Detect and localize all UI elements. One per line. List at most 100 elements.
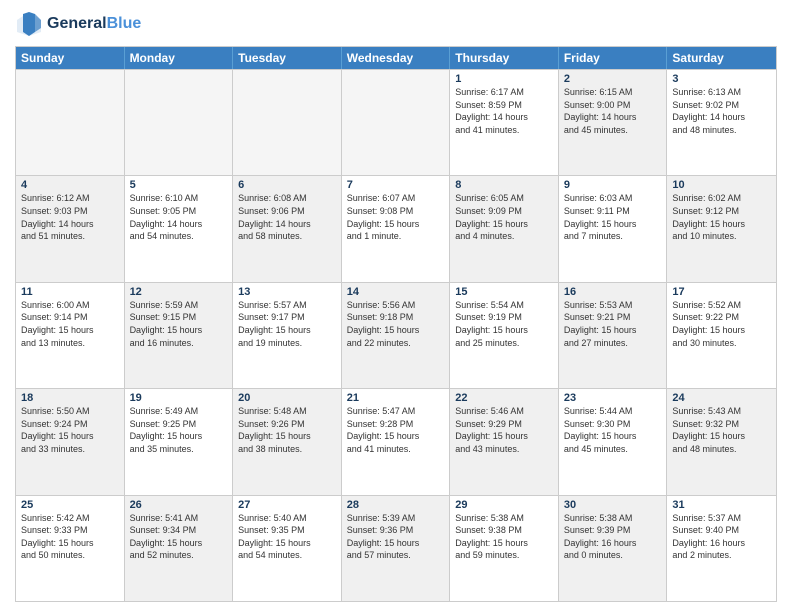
day-number: 5 xyxy=(130,179,228,191)
cell-info: Sunrise: 5:52 AM Sunset: 9:22 PM Dayligh… xyxy=(672,299,771,349)
day-number: 13 xyxy=(238,286,336,298)
day-number: 8 xyxy=(455,179,553,191)
calendar-day-24: 24Sunrise: 5:43 AM Sunset: 9:32 PM Dayli… xyxy=(667,389,776,494)
calendar-day-6: 6Sunrise: 6:08 AM Sunset: 9:06 PM Daylig… xyxy=(233,176,342,281)
day-number: 11 xyxy=(21,286,119,298)
day-number: 18 xyxy=(21,392,119,404)
cell-info: Sunrise: 6:00 AM Sunset: 9:14 PM Dayligh… xyxy=(21,299,119,349)
day-number: 17 xyxy=(672,286,771,298)
calendar-day-29: 29Sunrise: 5:38 AM Sunset: 9:38 PM Dayli… xyxy=(450,496,559,601)
cell-info: Sunrise: 6:10 AM Sunset: 9:05 PM Dayligh… xyxy=(130,192,228,242)
calendar-day-21: 21Sunrise: 5:47 AM Sunset: 9:28 PM Dayli… xyxy=(342,389,451,494)
calendar-day-25: 25Sunrise: 5:42 AM Sunset: 9:33 PM Dayli… xyxy=(16,496,125,601)
calendar-empty-cell xyxy=(233,70,342,175)
day-number: 10 xyxy=(672,179,771,191)
cell-info: Sunrise: 5:50 AM Sunset: 9:24 PM Dayligh… xyxy=(21,405,119,455)
day-number: 16 xyxy=(564,286,662,298)
calendar-week-4: 18Sunrise: 5:50 AM Sunset: 9:24 PM Dayli… xyxy=(16,388,776,494)
calendar-day-23: 23Sunrise: 5:44 AM Sunset: 9:30 PM Dayli… xyxy=(559,389,668,494)
day-number: 30 xyxy=(564,499,662,511)
day-number: 3 xyxy=(672,73,771,85)
calendar-day-27: 27Sunrise: 5:40 AM Sunset: 9:35 PM Dayli… xyxy=(233,496,342,601)
cell-info: Sunrise: 5:38 AM Sunset: 9:39 PM Dayligh… xyxy=(564,512,662,562)
logo-text: GeneralBlue xyxy=(47,15,141,33)
day-number: 25 xyxy=(21,499,119,511)
day-header-thursday: Thursday xyxy=(450,47,559,69)
calendar-day-19: 19Sunrise: 5:49 AM Sunset: 9:25 PM Dayli… xyxy=(125,389,234,494)
calendar-day-7: 7Sunrise: 6:07 AM Sunset: 9:08 PM Daylig… xyxy=(342,176,451,281)
day-number: 1 xyxy=(455,73,553,85)
cell-info: Sunrise: 5:53 AM Sunset: 9:21 PM Dayligh… xyxy=(564,299,662,349)
day-number: 15 xyxy=(455,286,553,298)
calendar-week-1: 1Sunrise: 6:17 AM Sunset: 8:59 PM Daylig… xyxy=(16,69,776,175)
day-number: 28 xyxy=(347,499,445,511)
calendar-day-4: 4Sunrise: 6:12 AM Sunset: 9:03 PM Daylig… xyxy=(16,176,125,281)
calendar-day-16: 16Sunrise: 5:53 AM Sunset: 9:21 PM Dayli… xyxy=(559,283,668,388)
calendar-day-1: 1Sunrise: 6:17 AM Sunset: 8:59 PM Daylig… xyxy=(450,70,559,175)
cell-info: Sunrise: 6:17 AM Sunset: 8:59 PM Dayligh… xyxy=(455,86,553,136)
header: GeneralBlue xyxy=(15,10,777,38)
cell-info: Sunrise: 6:13 AM Sunset: 9:02 PM Dayligh… xyxy=(672,86,771,136)
calendar: SundayMondayTuesdayWednesdayThursdayFrid… xyxy=(15,46,777,602)
day-header-monday: Monday xyxy=(125,47,234,69)
day-number: 14 xyxy=(347,286,445,298)
calendar-empty-cell xyxy=(16,70,125,175)
calendar-day-13: 13Sunrise: 5:57 AM Sunset: 9:17 PM Dayli… xyxy=(233,283,342,388)
calendar-empty-cell xyxy=(125,70,234,175)
calendar-day-3: 3Sunrise: 6:13 AM Sunset: 9:02 PM Daylig… xyxy=(667,70,776,175)
calendar-day-28: 28Sunrise: 5:39 AM Sunset: 9:36 PM Dayli… xyxy=(342,496,451,601)
day-header-friday: Friday xyxy=(559,47,668,69)
calendar-day-18: 18Sunrise: 5:50 AM Sunset: 9:24 PM Dayli… xyxy=(16,389,125,494)
day-number: 9 xyxy=(564,179,662,191)
logo-line1: GeneralBlue xyxy=(47,15,141,33)
day-number: 6 xyxy=(238,179,336,191)
calendar-empty-cell xyxy=(342,70,451,175)
cell-info: Sunrise: 5:49 AM Sunset: 9:25 PM Dayligh… xyxy=(130,405,228,455)
cell-info: Sunrise: 5:59 AM Sunset: 9:15 PM Dayligh… xyxy=(130,299,228,349)
calendar-day-9: 9Sunrise: 6:03 AM Sunset: 9:11 PM Daylig… xyxy=(559,176,668,281)
cell-info: Sunrise: 5:56 AM Sunset: 9:18 PM Dayligh… xyxy=(347,299,445,349)
calendar-day-8: 8Sunrise: 6:05 AM Sunset: 9:09 PM Daylig… xyxy=(450,176,559,281)
calendar-day-26: 26Sunrise: 5:41 AM Sunset: 9:34 PM Dayli… xyxy=(125,496,234,601)
calendar-week-3: 11Sunrise: 6:00 AM Sunset: 9:14 PM Dayli… xyxy=(16,282,776,388)
calendar-day-10: 10Sunrise: 6:02 AM Sunset: 9:12 PM Dayli… xyxy=(667,176,776,281)
day-number: 22 xyxy=(455,392,553,404)
day-number: 7 xyxy=(347,179,445,191)
cell-info: Sunrise: 5:40 AM Sunset: 9:35 PM Dayligh… xyxy=(238,512,336,562)
logo-icon xyxy=(15,10,43,38)
cell-info: Sunrise: 5:48 AM Sunset: 9:26 PM Dayligh… xyxy=(238,405,336,455)
calendar-day-17: 17Sunrise: 5:52 AM Sunset: 9:22 PM Dayli… xyxy=(667,283,776,388)
calendar-day-15: 15Sunrise: 5:54 AM Sunset: 9:19 PM Dayli… xyxy=(450,283,559,388)
cell-info: Sunrise: 6:12 AM Sunset: 9:03 PM Dayligh… xyxy=(21,192,119,242)
day-number: 29 xyxy=(455,499,553,511)
day-header-sunday: Sunday xyxy=(16,47,125,69)
cell-info: Sunrise: 6:07 AM Sunset: 9:08 PM Dayligh… xyxy=(347,192,445,242)
cell-info: Sunrise: 6:15 AM Sunset: 9:00 PM Dayligh… xyxy=(564,86,662,136)
calendar-day-2: 2Sunrise: 6:15 AM Sunset: 9:00 PM Daylig… xyxy=(559,70,668,175)
day-number: 27 xyxy=(238,499,336,511)
day-number: 21 xyxy=(347,392,445,404)
day-number: 19 xyxy=(130,392,228,404)
day-header-tuesday: Tuesday xyxy=(233,47,342,69)
day-number: 31 xyxy=(672,499,771,511)
day-number: 26 xyxy=(130,499,228,511)
cell-info: Sunrise: 5:39 AM Sunset: 9:36 PM Dayligh… xyxy=(347,512,445,562)
calendar-day-30: 30Sunrise: 5:38 AM Sunset: 9:39 PM Dayli… xyxy=(559,496,668,601)
cell-info: Sunrise: 5:57 AM Sunset: 9:17 PM Dayligh… xyxy=(238,299,336,349)
cell-info: Sunrise: 5:44 AM Sunset: 9:30 PM Dayligh… xyxy=(564,405,662,455)
cell-info: Sunrise: 5:47 AM Sunset: 9:28 PM Dayligh… xyxy=(347,405,445,455)
logo: GeneralBlue xyxy=(15,10,141,38)
calendar-day-14: 14Sunrise: 5:56 AM Sunset: 9:18 PM Dayli… xyxy=(342,283,451,388)
cell-info: Sunrise: 5:37 AM Sunset: 9:40 PM Dayligh… xyxy=(672,512,771,562)
cell-info: Sunrise: 5:38 AM Sunset: 9:38 PM Dayligh… xyxy=(455,512,553,562)
calendar-day-20: 20Sunrise: 5:48 AM Sunset: 9:26 PM Dayli… xyxy=(233,389,342,494)
calendar-day-22: 22Sunrise: 5:46 AM Sunset: 9:29 PM Dayli… xyxy=(450,389,559,494)
day-number: 2 xyxy=(564,73,662,85)
calendar-day-12: 12Sunrise: 5:59 AM Sunset: 9:15 PM Dayli… xyxy=(125,283,234,388)
day-number: 24 xyxy=(672,392,771,404)
day-number: 12 xyxy=(130,286,228,298)
calendar-week-5: 25Sunrise: 5:42 AM Sunset: 9:33 PM Dayli… xyxy=(16,495,776,601)
calendar-week-2: 4Sunrise: 6:12 AM Sunset: 9:03 PM Daylig… xyxy=(16,175,776,281)
day-number: 20 xyxy=(238,392,336,404)
cell-info: Sunrise: 5:43 AM Sunset: 9:32 PM Dayligh… xyxy=(672,405,771,455)
